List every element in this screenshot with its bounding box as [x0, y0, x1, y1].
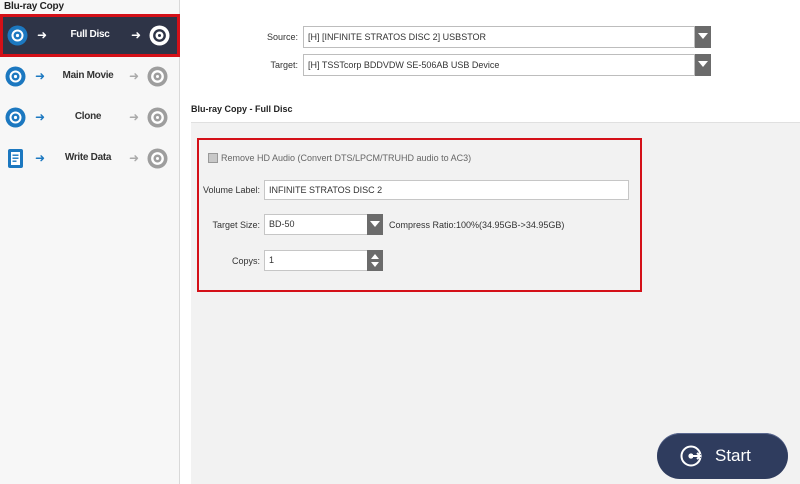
target-size-select[interactable]: BD-50 [264, 214, 368, 235]
arrow-right-icon: ➜ [35, 69, 46, 83]
disc-target-icon [147, 66, 168, 87]
disc-target-icon [147, 148, 168, 169]
mode-item-clone[interactable]: ➜ Clone ➜ [0, 98, 180, 138]
mode-item-full-disc[interactable]: ➜ Full Disc ➜ [0, 14, 180, 57]
target-label: Target: [270, 60, 298, 70]
mode-item-label: Clone [74, 111, 102, 122]
sidebar-title: Blu-ray Copy [4, 1, 64, 12]
mode-item-main-movie[interactable]: ➜ Main Movie ➜ [0, 57, 180, 97]
arrow-right-icon: ➜ [35, 110, 46, 124]
disc-source-icon [5, 66, 26, 87]
copys-label: Copys: [231, 256, 260, 266]
mode-item-label: Main Movie [62, 70, 114, 81]
copys-input[interactable]: 1 [264, 250, 368, 271]
mode-item-label: Full Disc [70, 29, 110, 40]
source-label: Source: [266, 32, 298, 42]
target-size-label: Target Size: [212, 220, 260, 230]
start-icon [680, 445, 702, 467]
mode-item-write-data[interactable]: ➜ Write Data ➜ [0, 139, 180, 179]
arrow-right-icon: ➜ [131, 28, 142, 42]
volume-label-label: Volume Label: [202, 185, 260, 195]
chevron-down-icon [698, 61, 708, 67]
document-icon [8, 149, 23, 168]
app-window: Blu-ray Copy ➜ Full Disc ➜ ➜ Main Movie … [0, 0, 800, 484]
compress-ratio-text: Compress Ratio:100%(34.95GB->34.95GB) [389, 220, 565, 230]
start-button-label: Start [715, 446, 751, 465]
arrow-right-icon: ➜ [129, 69, 140, 83]
chevron-down-icon [698, 33, 708, 39]
disc-source-icon [7, 25, 28, 46]
disc-target-icon [147, 107, 168, 128]
start-button[interactable]: Start [657, 433, 788, 479]
remove-hd-audio-label: Remove HD Audio (Convert DTS/LPCM/TRUHD … [221, 153, 472, 163]
target-select[interactable]: [H] TSSTcorp BDDVDW SE-506AB USB Device [303, 54, 695, 76]
remove-hd-audio-checkbox[interactable] [208, 153, 218, 163]
source-dropdown-button[interactable] [695, 26, 711, 48]
arrow-right-icon: ➜ [35, 151, 46, 165]
source-select[interactable]: [H] [INFINITE STRATOS DISC 2] USBSTOR [303, 26, 695, 48]
target-size-dropdown-button[interactable] [367, 214, 383, 235]
volume-label-input[interactable]: INFINITE STRATOS DISC 2 [264, 180, 629, 200]
panel-title: Blu-ray Copy - Full Disc [191, 104, 293, 114]
sidebar: Blu-ray Copy ➜ Full Disc ➜ ➜ Main Movie … [0, 0, 180, 484]
arrow-right-icon: ➜ [129, 110, 140, 124]
chevron-down-icon [370, 221, 380, 227]
arrow-right-icon: ➜ [129, 151, 140, 165]
target-dropdown-button[interactable] [695, 54, 711, 76]
mode-item-label: Write Data [64, 152, 112, 163]
disc-source-icon [5, 107, 26, 128]
spinner-arrows-icon [371, 254, 379, 267]
copys-spinner[interactable] [367, 250, 383, 271]
arrow-right-icon: ➜ [37, 28, 48, 42]
disc-target-icon [149, 25, 170, 46]
